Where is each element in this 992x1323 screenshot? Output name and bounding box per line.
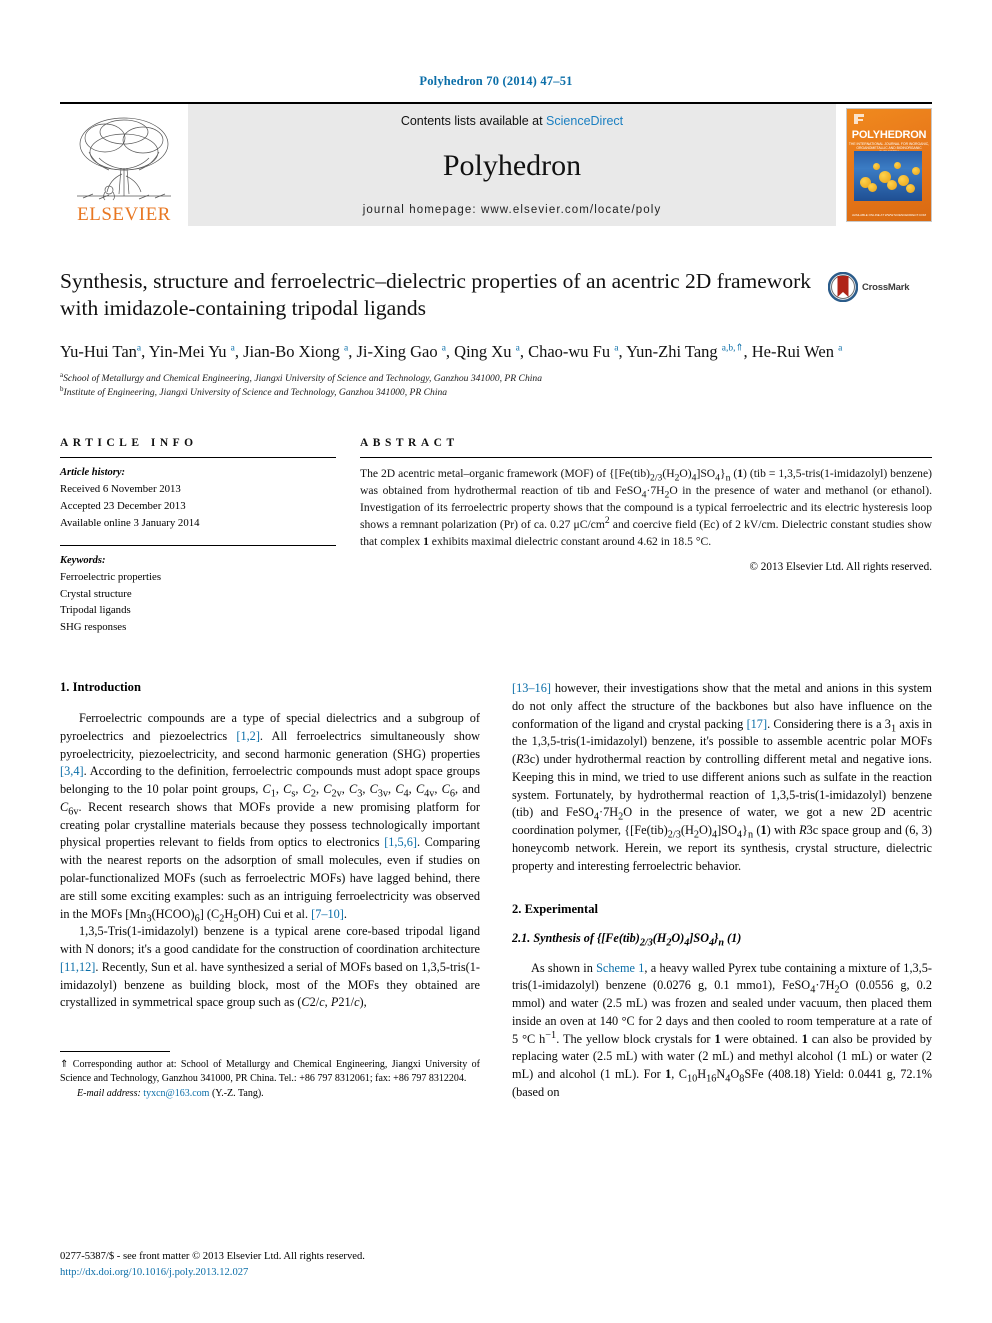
- contents-prefix: Contents lists available at: [400, 114, 547, 128]
- contents-available-line: Contents lists available at ScienceDirec…: [401, 114, 623, 128]
- article-page: Polyhedron 70 (2014) 47–51 ELSEVIER Cont…: [0, 0, 992, 1323]
- body-column-right: [13–16] however, their investigations sh…: [512, 680, 932, 1102]
- doi-link[interactable]: http://dx.doi.org/10.1016/j.poly.2013.12…: [60, 1265, 480, 1281]
- article-history-label: Article history:: [60, 466, 126, 478]
- keywords-list: Ferroelectric properties Crystal structu…: [60, 569, 336, 636]
- abstract-copyright: © 2013 Elsevier Ltd. All rights reserved…: [749, 560, 933, 573]
- elsevier-mark-icon: [854, 114, 864, 124]
- cover-art: POLYHEDRON THE INTERNATIONAL JOURNAL FOR…: [846, 108, 932, 222]
- corresponding-author-note: ⇑ Corresponding author at: School of Met…: [60, 1058, 480, 1085]
- article-info-column: ARTICLE INFO Article history: Received 6…: [60, 437, 336, 636]
- footnote-divider: [60, 1050, 170, 1052]
- affiliation-item: aSchool of Metallurgy and Chemical Engin…: [60, 371, 932, 386]
- page-title: Synthesis, structure and ferroelectric–d…: [60, 269, 811, 321]
- subsection-heading-2-1: 2.1. Synthesis of {[Fe(tib)2/3(H2O)4]SO4…: [512, 930, 742, 948]
- title-block: Synthesis, structure and ferroelectric–d…: [60, 268, 932, 323]
- abstract-column: ABSTRACT The 2D acentric metal–organic f…: [360, 437, 932, 636]
- keyword-item: Ferroelectric properties: [60, 570, 162, 583]
- crossmark-label: CrossMark: [862, 281, 910, 293]
- intro-paragraph-2: 1,3,5-Tris(1-imidazolyl) benzene is a ty…: [60, 924, 480, 1010]
- author-list: Yu-Hui Tana, Yin-Mei Yu a, Jian-Bo Xiong…: [60, 341, 843, 361]
- journal-cover-thumbnail[interactable]: POLYHEDRON THE INTERNATIONAL JOURNAL FOR…: [836, 104, 932, 226]
- affiliation-text: School of Metallurgy and Chemical Engine…: [63, 373, 543, 385]
- journal-homepage[interactable]: journal homepage: www.elsevier.com/locat…: [363, 204, 662, 216]
- affiliation-list: aSchool of Metallurgy and Chemical Engin…: [60, 371, 932, 401]
- keyword-item: Crystal structure: [60, 587, 132, 600]
- section-heading-experimental: 2. Experimental: [512, 901, 599, 916]
- divider: [360, 456, 932, 458]
- cover-footer-text: AVAILABLE ONLINE AT WWW.SCIENCEDIRECT.CO…: [852, 213, 926, 217]
- masthead-center: Contents lists available at ScienceDirec…: [188, 104, 836, 226]
- cover-journal-title: POLYHEDRON: [851, 129, 927, 141]
- history-item: Available online 3 January 2014: [60, 516, 200, 529]
- experimental-paragraph-1: As shown in Scheme 1, a heavy walled Pyr…: [512, 960, 933, 1099]
- journal-name: Polyhedron: [442, 149, 582, 182]
- email-note: E-mail address: tyxcn@163.com (Y.-Z. Tan…: [60, 1087, 480, 1102]
- elsevier-tree-icon: [77, 117, 171, 201]
- section-heading-introduction: 1. Introduction: [60, 680, 141, 695]
- intro-paragraph-3: [13–16] however, their investigations sh…: [512, 681, 933, 873]
- elsevier-wordmark: ELSEVIER: [77, 204, 171, 225]
- cover-illustration: [854, 151, 922, 201]
- keywords-label: Keywords:: [60, 554, 106, 566]
- keyword-item: SHG responses: [60, 621, 127, 634]
- journal-masthead: ELSEVIER Contents lists available at Sci…: [60, 102, 932, 226]
- elsevier-logo: ELSEVIER: [60, 104, 188, 226]
- divider: [60, 456, 336, 458]
- email-label: E-mail address:: [77, 1087, 141, 1099]
- running-head: Polyhedron 70 (2014) 47–51: [419, 74, 573, 88]
- page-footer: 0277-5387/$ - see front matter © 2013 El…: [60, 1249, 480, 1281]
- affiliation-item: bInstitute of Engineering, Jiangxi Unive…: [60, 386, 932, 400]
- affiliation-text: Institute of Engineering, Jiangxi Univer…: [63, 387, 448, 399]
- history-item: Received 6 November 2013: [60, 483, 181, 496]
- body-columns: 1. Introduction Ferroelectric compounds …: [60, 680, 932, 1102]
- issn-copyright-line: 0277-5387/$ - see front matter © 2013 El…: [60, 1251, 365, 1263]
- intro-paragraph-1: Ferroelectric compounds are a type of sp…: [60, 711, 481, 924]
- body-column-left: 1. Introduction Ferroelectric compounds …: [60, 680, 480, 1102]
- footnote-area: ⇑ Corresponding author at: School of Met…: [60, 1050, 480, 1102]
- email-link[interactable]: tyxcn@163.com: [143, 1088, 209, 1099]
- crossmark-badge[interactable]: CrossMark: [828, 270, 932, 304]
- keyword-item: Tripodal ligands: [60, 604, 131, 617]
- crossmark-icon: [828, 272, 858, 302]
- history-item: Accepted 23 December 2013: [60, 499, 186, 512]
- sciencedirect-link[interactable]: ScienceDirect: [546, 114, 623, 128]
- abstract-heading: ABSTRACT: [360, 436, 459, 449]
- email-suffix: (Y.-Z. Tang).: [211, 1087, 264, 1099]
- abstract-body: The 2D acentric metal–organic framework …: [360, 466, 932, 548]
- article-info-heading: ARTICLE INFO: [60, 436, 198, 449]
- article-history-list: Received 6 November 2013 Accepted 23 Dec…: [60, 481, 336, 531]
- info-abstract-row: ARTICLE INFO Article history: Received 6…: [60, 437, 932, 636]
- divider: [60, 544, 336, 546]
